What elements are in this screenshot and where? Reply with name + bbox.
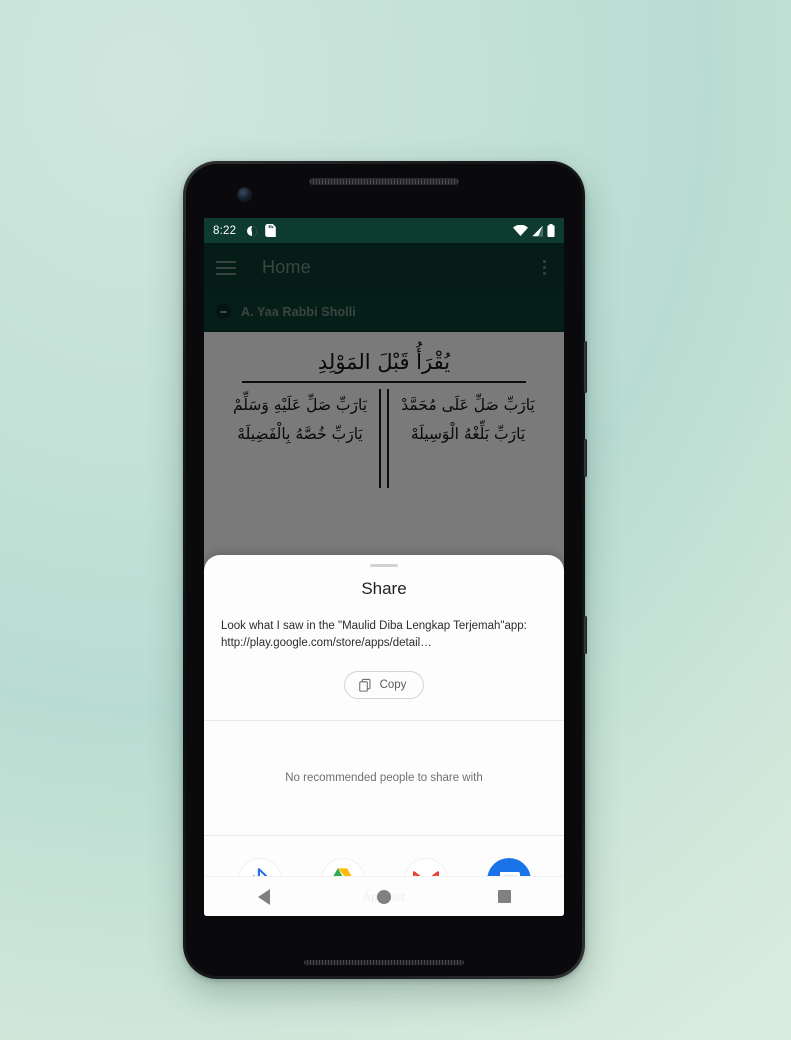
status-clock: 8:22 [213, 224, 237, 237]
recents-square-icon[interactable] [497, 890, 511, 903]
back-triangle-icon[interactable] [257, 888, 270, 905]
recommended-people-section: No recommended people to share with [204, 721, 564, 835]
phone-device-frame: 8:22 Share Look what I saw in the "Mauli… [183, 161, 587, 979]
wifi-icon [513, 224, 528, 236]
sd-card-icon [265, 224, 277, 237]
share-sheet-title: Share [361, 579, 407, 598]
share-bottom-sheet: Share Look what I saw in the "Maulid Dib… [204, 555, 564, 916]
status-right-icons [513, 224, 555, 237]
battery-icon [547, 224, 555, 237]
front-camera-icon [238, 188, 251, 201]
status-bar: 8:22 [204, 218, 564, 243]
volume-button[interactable] [584, 439, 587, 477]
drag-handle[interactable] [370, 564, 398, 567]
copy-icon [358, 679, 371, 692]
bottom-speaker-grille [304, 960, 464, 965]
power-button[interactable] [584, 341, 587, 393]
copy-button-container: Copy [204, 671, 564, 700]
home-circle-icon[interactable] [376, 889, 391, 904]
cellular-signal-icon [532, 225, 543, 236]
share-preview-text: Look what I saw in the "Maulid Diba Leng… [221, 620, 527, 649]
status-left-icons [246, 224, 277, 237]
earpiece-speaker [309, 178, 459, 185]
do-not-disturb-icon [247, 225, 258, 236]
copy-button[interactable]: Copy [343, 671, 425, 700]
copy-button-label: Copy [379, 679, 407, 692]
navigation-bar: App list [204, 876, 564, 916]
volume-button-secondary[interactable] [584, 616, 587, 654]
no-recommended-people-text: No recommended people to share with [285, 772, 483, 785]
phone-screen: 8:22 Share Look what I saw in the "Mauli… [204, 218, 564, 916]
